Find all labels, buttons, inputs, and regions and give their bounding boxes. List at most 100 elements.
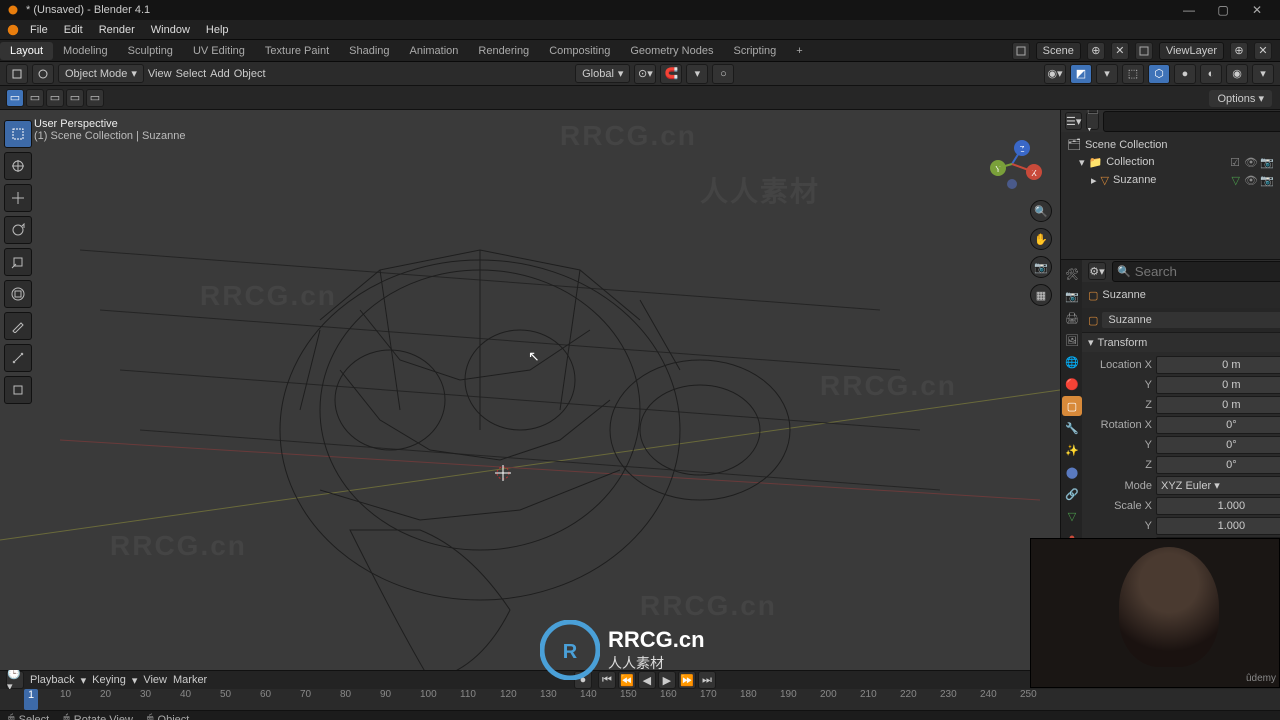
props-tab-output[interactable]: 🖨 xyxy=(1062,308,1082,328)
menu-window[interactable]: Window xyxy=(145,22,196,38)
tool-scale[interactable] xyxy=(4,248,32,276)
location-x-input[interactable]: 0 m xyxy=(1156,356,1280,374)
collection-exclude-icon[interactable]: ☑ xyxy=(1228,155,1242,169)
workspace-tab-geometrynodes[interactable]: Geometry Nodes xyxy=(620,42,723,60)
shading-wireframe-icon[interactable]: ⬡ xyxy=(1148,64,1170,84)
collection-hide-icon[interactable]: 👁 xyxy=(1244,155,1258,169)
scene-new-button[interactable]: ⊕ xyxy=(1087,42,1105,60)
options-dropdown[interactable]: Options ▾ xyxy=(1209,90,1272,107)
props-tab-world[interactable]: 🔴 xyxy=(1062,374,1082,394)
workspace-tab-scripting[interactable]: Scripting xyxy=(723,42,786,60)
shading-material-icon[interactable]: ◐ xyxy=(1200,64,1222,84)
workspace-tab-sculpting[interactable]: Sculpting xyxy=(118,42,183,60)
select-intersect-icon[interactable]: ▭ xyxy=(66,89,84,107)
tool-select-box[interactable] xyxy=(4,120,32,148)
scale-x-input[interactable]: 1.000 xyxy=(1156,497,1280,515)
nav-pan-icon[interactable]: ✋ xyxy=(1030,228,1052,250)
view3d-menu-view[interactable]: View xyxy=(148,68,172,80)
outliner-display-mode-icon[interactable]: 🗀▾ xyxy=(1086,112,1099,130)
rotation-y-input[interactable]: 0° xyxy=(1156,436,1280,454)
viewlayer-selector[interactable]: ViewLayer xyxy=(1159,42,1224,60)
timeline-editor-icon[interactable]: 🕒▾ xyxy=(6,671,24,689)
outliner-editor-icon[interactable]: ☰▾ xyxy=(1065,112,1082,130)
workspace-tab-texturepaint[interactable]: Texture Paint xyxy=(255,42,339,60)
outliner-search-input[interactable] xyxy=(1103,111,1280,132)
workspace-tab-layout[interactable]: Layout xyxy=(0,42,53,60)
orientation-selector[interactable]: Global▾ xyxy=(575,64,630,83)
view3d-menu-add[interactable]: Add xyxy=(210,68,230,80)
props-tab-data[interactable]: ▽ xyxy=(1062,506,1082,526)
props-tab-tool[interactable]: 🛠 xyxy=(1062,264,1082,284)
workspace-tab-animation[interactable]: Animation xyxy=(400,42,469,60)
nav-zoom-icon[interactable]: 🔍 xyxy=(1030,200,1052,222)
timeline-menu-marker[interactable]: Marker xyxy=(173,674,207,686)
select-subtract-icon[interactable]: ▭ xyxy=(46,89,64,107)
workspace-tab-uvediting[interactable]: UV Editing xyxy=(183,42,255,60)
timeline-menu-view[interactable]: View xyxy=(143,674,167,686)
timeline-menu-playback[interactable]: Playback xyxy=(30,674,75,686)
props-tab-constraints[interactable]: 🔗 xyxy=(1062,484,1082,504)
tool-annotate[interactable] xyxy=(4,312,32,340)
proportional-edit-icon[interactable]: ○ xyxy=(712,64,734,84)
timeline-playhead[interactable]: 1 xyxy=(24,689,38,710)
transform-section-header[interactable]: ▾ Transform xyxy=(1082,332,1280,352)
rotation-mode-select[interactable]: XYZ Euler ▾ xyxy=(1156,476,1280,495)
breadcrumb-object[interactable]: Suzanne xyxy=(1102,289,1145,301)
workspace-tab-compositing[interactable]: Compositing xyxy=(539,42,620,60)
viewlayer-browse-icon[interactable] xyxy=(1135,42,1153,60)
window-close-button[interactable]: ✕ xyxy=(1240,3,1274,17)
collection-disable-icon[interactable]: 📷 xyxy=(1260,155,1274,169)
view3d-menu-object[interactable]: Object xyxy=(234,68,266,80)
editor-type-icon[interactable] xyxy=(6,64,28,84)
timeline-menu-keying[interactable]: Keying xyxy=(92,674,126,686)
shading-dropdown-icon[interactable]: ▾ xyxy=(1252,64,1274,84)
props-editor-icon[interactable]: ⚙▾ xyxy=(1088,262,1106,280)
scene-selector[interactable]: Scene xyxy=(1036,42,1081,60)
disclosure-icon[interactable]: ▾ xyxy=(1079,156,1085,169)
shading-rendered-icon[interactable]: ◉ xyxy=(1226,64,1248,84)
scale-y-input[interactable]: 1.000 xyxy=(1156,517,1280,535)
view3d-menu-select[interactable]: Select xyxy=(176,68,207,80)
props-tab-modifiers[interactable]: 🔧 xyxy=(1062,418,1082,438)
props-tab-render[interactable]: 📷 xyxy=(1062,286,1082,306)
rotation-x-input[interactable]: 0° xyxy=(1156,416,1280,434)
tool-cursor[interactable] xyxy=(4,152,32,180)
timeline-track[interactable]: 1 10 20 30 40 50 60 70 80 90 100 110 120… xyxy=(0,689,1280,710)
select-new-icon[interactable]: ▭ xyxy=(6,89,24,107)
props-tab-object[interactable]: ▢ xyxy=(1062,396,1082,416)
scene-browse-icon[interactable] xyxy=(1012,42,1030,60)
object-hide-icon[interactable]: 👁 xyxy=(1244,173,1258,187)
workspace-tab-rendering[interactable]: Rendering xyxy=(468,42,539,60)
menu-file[interactable]: File xyxy=(24,22,54,38)
window-maximize-button[interactable]: ▢ xyxy=(1206,3,1240,17)
snap-toggle-icon[interactable]: 🧲 xyxy=(660,64,682,84)
location-z-input[interactable]: 0 m xyxy=(1156,396,1280,414)
tool-rotate[interactable] xyxy=(4,216,32,244)
tool-measure[interactable] xyxy=(4,344,32,372)
nav-camera-icon[interactable]: 📷 xyxy=(1030,256,1052,278)
select-extend-icon[interactable]: ▭ xyxy=(26,89,44,107)
window-minimize-button[interactable]: — xyxy=(1172,3,1206,17)
overlay-toggle-icon[interactable]: ◩ xyxy=(1070,64,1092,84)
props-tab-particles[interactable]: ✨ xyxy=(1062,440,1082,460)
mode-selector[interactable]: Object Mode ▾ xyxy=(58,64,144,83)
breadcrumb-data[interactable]: Suzanne xyxy=(1102,312,1280,328)
props-tab-viewlayer[interactable]: 🖼 xyxy=(1062,330,1082,350)
gizmo-visibility-icon[interactable]: ◉▾ xyxy=(1044,64,1066,84)
workspace-tab-shading[interactable]: Shading xyxy=(339,42,399,60)
nav-perspective-icon[interactable]: ▦ xyxy=(1030,284,1052,306)
mode-icon[interactable] xyxy=(32,64,54,84)
menu-render[interactable]: Render xyxy=(93,22,141,38)
snap-type-icon[interactable]: ▾ xyxy=(686,64,708,84)
tool-move[interactable] xyxy=(4,184,32,212)
shading-solid-icon[interactable]: ● xyxy=(1174,64,1196,84)
outliner-collection-row[interactable]: ▾ 📁 Collection ☑👁📷 xyxy=(1061,153,1280,171)
viewlayer-delete-button[interactable]: ✕ xyxy=(1254,42,1272,60)
outliner-object-row[interactable]: ▸ ▽ Suzanne ▽ 👁📷 xyxy=(1061,171,1280,189)
select-invert-icon[interactable]: ▭ xyxy=(86,89,104,107)
viewport-3d[interactable]: RRCG.cn 人人素材 RRCG.cn RRCG.cn RRCG.cn RRC… xyxy=(0,110,1060,670)
viewlayer-new-button[interactable]: ⊕ xyxy=(1230,42,1248,60)
disclosure-icon[interactable]: ▸ xyxy=(1091,174,1097,187)
props-tab-physics[interactable]: ⬤ xyxy=(1062,462,1082,482)
rotation-z-input[interactable]: 0° xyxy=(1156,456,1280,474)
